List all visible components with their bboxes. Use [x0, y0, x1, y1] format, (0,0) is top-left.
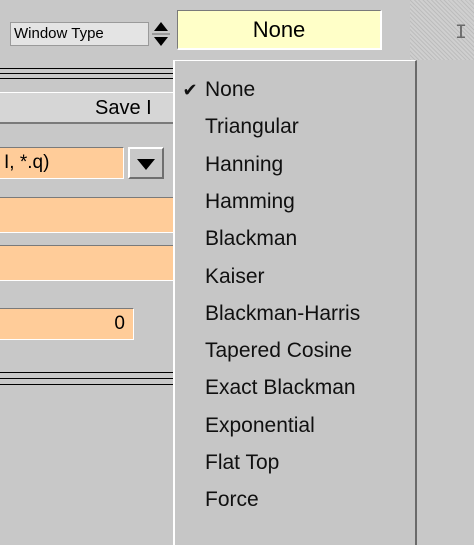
- menu-item-label: Blackman-Harris: [205, 302, 361, 325]
- menu-item[interactable]: Hamming: [175, 187, 415, 217]
- menu-item[interactable]: Force: [175, 485, 415, 515]
- divider: [0, 68, 180, 69]
- expression-dropdown-button[interactable]: [128, 147, 164, 179]
- menu-item[interactable]: Tapered Cosine: [175, 336, 415, 366]
- menu-item[interactable]: Kaiser: [175, 262, 415, 292]
- menu-item-label: Flat Top: [205, 451, 280, 474]
- menu-item-label: Kaiser: [205, 265, 265, 288]
- window-type-label: Window Type: [10, 22, 149, 46]
- input-field-1[interactable]: [0, 197, 180, 233]
- menu-item[interactable]: Hanning: [175, 150, 415, 180]
- input-field-2[interactable]: [0, 245, 180, 281]
- menu-item-label: Hanning: [205, 153, 284, 176]
- divider: [0, 372, 180, 373]
- window-type-menu: ✔ None Triangular Hanning Hamming Blackman Kai…: [173, 60, 417, 545]
- divider: [0, 78, 180, 79]
- menu-item[interactable]: Blackman-Harris: [175, 299, 415, 329]
- menu-item[interactable]: Blackman: [175, 224, 415, 254]
- menu-item[interactable]: Exponential: [175, 411, 415, 441]
- save-button[interactable]: Save I: [0, 92, 180, 124]
- menu-item-label: Exact Blackman: [205, 376, 356, 399]
- menu-item-label: Exponential: [205, 414, 315, 437]
- menu-item-label: Hamming: [205, 190, 295, 213]
- save-button-label: Save I: [95, 97, 152, 119]
- number-field[interactable]: 0: [0, 308, 134, 340]
- window-type-spinner[interactable]: [150, 14, 172, 54]
- divider: [0, 73, 180, 74]
- divider: [0, 378, 180, 379]
- menu-item-label: None: [205, 78, 256, 101]
- divider: [0, 384, 180, 385]
- menu-item[interactable]: Exact Blackman: [175, 373, 415, 403]
- hatched-panel-glyph: I: [455, 22, 468, 45]
- expression-field[interactable]: I, *.q): [0, 147, 124, 179]
- menu-item-label: Triangular: [205, 115, 299, 138]
- menu-item[interactable]: Flat Top: [175, 448, 415, 478]
- menu-item[interactable]: Triangular: [175, 112, 415, 142]
- check-icon: ✔: [182, 80, 198, 100]
- menu-item-label: Blackman: [205, 227, 298, 250]
- menu-item-label: Tapered Cosine: [205, 339, 353, 362]
- chevron-down-icon: [137, 159, 155, 170]
- window-type-select[interactable]: None: [177, 10, 382, 50]
- menu-item[interactable]: ✔ None: [175, 75, 415, 105]
- menu-item-label: Force: [205, 488, 259, 511]
